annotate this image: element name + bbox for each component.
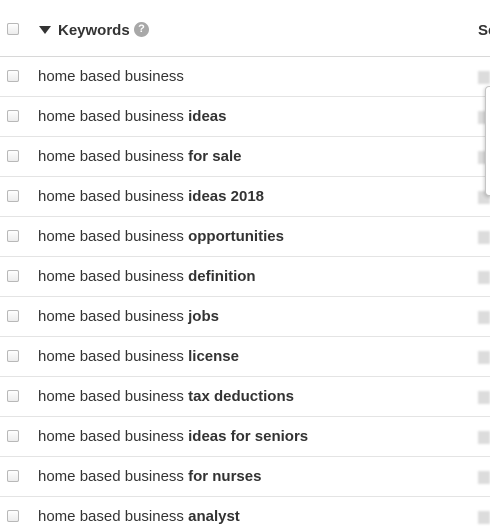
- keyword-base: home based business: [38, 148, 184, 165]
- keyword-base: home based business: [38, 188, 184, 205]
- table-row[interactable]: home based business ideas for seniors: [0, 417, 490, 457]
- keyword-base: home based business: [38, 508, 184, 525]
- table-header: Keywords ? Se: [0, 0, 490, 57]
- row-checkbox[interactable]: [7, 150, 19, 162]
- keyword-text[interactable]: home based business definition: [38, 268, 256, 285]
- table-row[interactable]: home based business ideas: [0, 97, 490, 137]
- row-checkbox[interactable]: [7, 350, 19, 362]
- keyword-base: home based business: [38, 108, 184, 125]
- keyword-text[interactable]: home based business ideas: [38, 108, 226, 125]
- obscured-value-cell: [478, 271, 490, 284]
- keywords-column-header[interactable]: Keywords: [58, 22, 130, 39]
- keyword-text[interactable]: home based business for sale: [38, 148, 241, 165]
- select-all-checkbox[interactable]: [7, 23, 19, 35]
- popup-panel-edge: [485, 86, 490, 196]
- table-row[interactable]: home based business tax deductions: [0, 377, 490, 417]
- row-checkbox[interactable]: [7, 390, 19, 402]
- table-row[interactable]: home based business ideas 2018: [0, 177, 490, 217]
- obscured-value-cell: [478, 391, 490, 404]
- row-checkbox[interactable]: [7, 190, 19, 202]
- keyword-text[interactable]: home based business: [38, 68, 184, 85]
- keyword-base: home based business: [38, 388, 184, 405]
- keyword-suffix: ideas 2018: [188, 188, 265, 205]
- keyword-suffix: for sale: [188, 148, 242, 165]
- obscured-value-cell: [478, 231, 490, 244]
- help-icon[interactable]: ?: [134, 22, 149, 37]
- keyword-text[interactable]: home based business license: [38, 348, 239, 365]
- keyword-base: home based business: [38, 348, 184, 365]
- keyword-text[interactable]: home based business tax deductions: [38, 388, 294, 405]
- keyword-suffix: for nurses: [188, 468, 262, 485]
- table-row[interactable]: home based business analyst: [0, 497, 490, 531]
- row-checkbox[interactable]: [7, 230, 19, 242]
- keyword-base: home based business: [38, 228, 184, 245]
- keyword-text[interactable]: home based business ideas 2018: [38, 188, 264, 205]
- obscured-value-cell: [478, 351, 490, 364]
- keyword-base: home based business: [38, 68, 184, 85]
- keyword-suffix: tax deductions: [188, 388, 294, 405]
- sort-descending-icon[interactable]: [39, 26, 51, 34]
- obscured-value-cell: [478, 431, 490, 444]
- keyword-suffix: ideas for seniors: [188, 428, 309, 445]
- keyword-base: home based business: [38, 308, 184, 325]
- keyword-base: home based business: [38, 468, 184, 485]
- keyword-suffix: opportunities: [188, 228, 284, 245]
- keyword-suffix: analyst: [188, 508, 240, 525]
- row-checkbox[interactable]: [7, 470, 19, 482]
- keyword-text[interactable]: home based business opportunities: [38, 228, 284, 245]
- row-checkbox[interactable]: [7, 510, 19, 522]
- row-checkbox[interactable]: [7, 430, 19, 442]
- table-row[interactable]: home based business for sale: [0, 137, 490, 177]
- keywords-table: Keywords ? Se home based businesshome ba…: [0, 0, 490, 531]
- table-row[interactable]: home based business for nurses: [0, 457, 490, 497]
- obscured-value-cell: [478, 311, 490, 324]
- table-row[interactable]: home based business: [0, 57, 490, 97]
- table-row[interactable]: home based business jobs: [0, 297, 490, 337]
- keyword-suffix: license: [188, 348, 239, 365]
- keyword-text[interactable]: home based business jobs: [38, 308, 219, 325]
- obscured-value-cell: [478, 511, 490, 524]
- row-checkbox[interactable]: [7, 270, 19, 282]
- keyword-suffix: jobs: [188, 308, 219, 325]
- second-column-header[interactable]: Se: [478, 22, 490, 39]
- keyword-suffix: definition: [188, 268, 256, 285]
- obscured-value-cell: [478, 471, 490, 484]
- row-checkbox[interactable]: [7, 70, 19, 82]
- keyword-text[interactable]: home based business analyst: [38, 508, 240, 525]
- table-row[interactable]: home based business license: [0, 337, 490, 377]
- table-row[interactable]: home based business opportunities: [0, 217, 490, 257]
- row-checkbox[interactable]: [7, 310, 19, 322]
- keyword-base: home based business: [38, 268, 184, 285]
- obscured-value-cell: [478, 71, 490, 84]
- keyword-text[interactable]: home based business ideas for seniors: [38, 428, 308, 445]
- keyword-base: home based business: [38, 428, 184, 445]
- table-row[interactable]: home based business definition: [0, 257, 490, 297]
- keyword-text[interactable]: home based business for nurses: [38, 468, 261, 485]
- row-checkbox[interactable]: [7, 110, 19, 122]
- keyword-suffix: ideas: [188, 108, 227, 125]
